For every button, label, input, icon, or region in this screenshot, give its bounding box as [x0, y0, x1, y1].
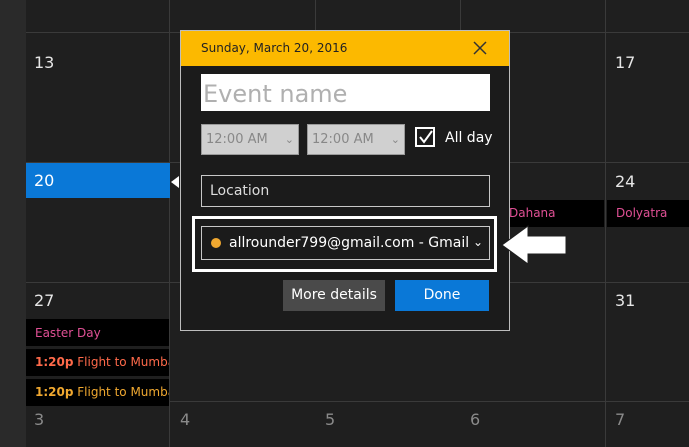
event-dahana[interactable]: Dahana [509, 200, 604, 227]
popup-pointer [171, 176, 179, 188]
new-event-dialog: Sunday, March 20, 2016 12:00 AM ⌄ 12:00 … [180, 30, 510, 331]
day-4[interactable]: 4 [180, 410, 190, 429]
dialog-header: Sunday, March 20, 2016 [181, 31, 509, 66]
event-name-field[interactable] [201, 74, 490, 111]
left-strip [0, 0, 26, 447]
chevron-down-icon: ⌄ [390, 133, 400, 146]
day-31[interactable]: 31 [615, 291, 635, 310]
day-27[interactable]: 27 [34, 291, 54, 310]
day-24[interactable]: 24 [615, 172, 635, 191]
close-icon[interactable] [471, 39, 489, 57]
event-dolyatra[interactable]: Dolyatra [607, 200, 689, 227]
day-7[interactable]: 7 [615, 410, 625, 429]
day-5[interactable]: 5 [325, 410, 335, 429]
all-day-checkbox[interactable] [415, 127, 435, 147]
calendar-color-dot [211, 238, 221, 248]
grid-line [315, 0, 316, 30]
chevron-down-icon: ⌄ [284, 133, 294, 146]
day-17[interactable]: 17 [615, 53, 635, 72]
event-time: 1:20p [35, 355, 74, 369]
start-time-select[interactable]: 12:00 AM ⌄ [201, 124, 299, 155]
grid-line [460, 0, 461, 30]
checkmark-icon [419, 130, 433, 144]
event-flight-2[interactable]: 1:20p Flight to Mumba [26, 379, 169, 406]
done-button[interactable]: Done [395, 280, 489, 311]
day-20-label: 20 [34, 171, 55, 190]
event-time: 1:20p [35, 385, 74, 399]
day-13[interactable]: 13 [34, 53, 54, 72]
pointer-arrow-icon [501, 225, 567, 265]
day-6[interactable]: 6 [470, 410, 480, 429]
calendar-account-select[interactable]: allrounder799@gmail.com - Gmail ⌄ [201, 226, 490, 260]
all-day-label: All day [445, 130, 493, 146]
event-title: Flight to Mumba [77, 385, 169, 399]
location-placeholder: Location [210, 183, 270, 199]
end-time-select[interactable]: 12:00 AM ⌄ [307, 124, 405, 155]
event-easter-day[interactable]: Easter Day [26, 319, 169, 346]
grid-line [169, 0, 170, 447]
event-title: Flight to Mumba [77, 355, 169, 369]
more-details-button[interactable]: More details [283, 280, 385, 311]
start-time-value: 12:00 AM [206, 132, 268, 147]
dialog-date: Sunday, March 20, 2016 [201, 41, 348, 55]
event-name-input[interactable] [201, 74, 490, 111]
day-20-selected[interactable]: 20 [26, 163, 170, 198]
end-time-value: 12:00 AM [312, 132, 374, 147]
grid-line [605, 0, 606, 447]
location-field[interactable]: Location [201, 175, 490, 207]
chevron-down-icon: ⌄ [472, 235, 483, 249]
day-3[interactable]: 3 [34, 410, 44, 429]
calendar-account-value: allrounder799@gmail.com - Gmail [229, 235, 470, 251]
event-flight-1[interactable]: 1:20p Flight to Mumba [26, 349, 169, 376]
